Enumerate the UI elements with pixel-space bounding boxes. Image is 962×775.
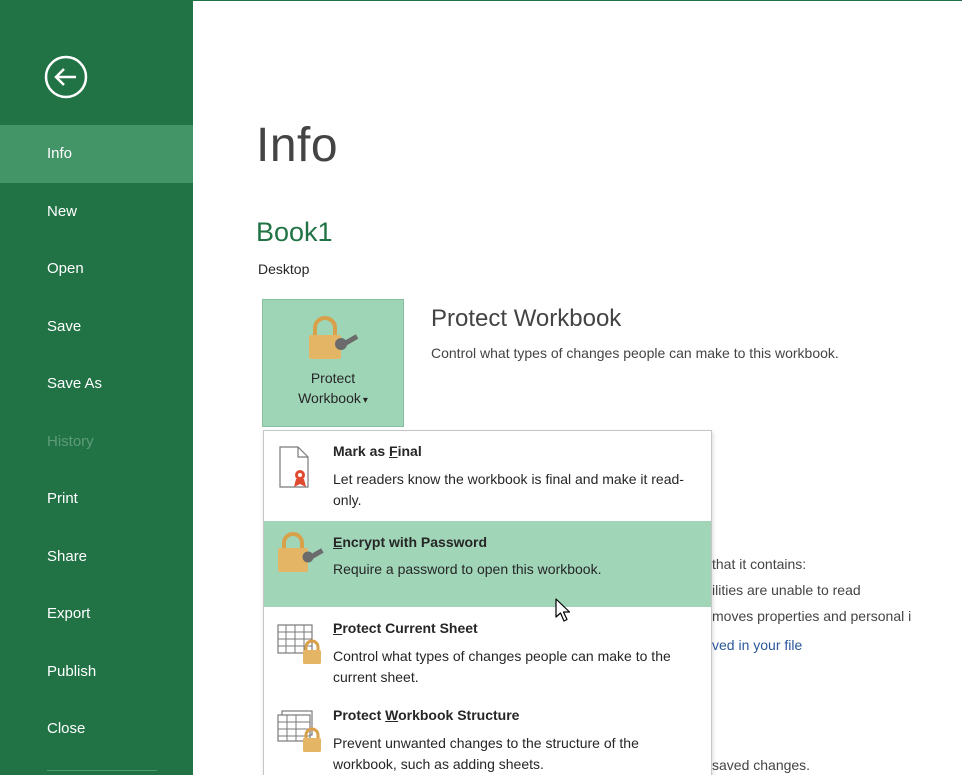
sidebar-item-save-as[interactable]: Save As [0,355,193,413]
menu-item-title: Mark as Final [333,443,422,459]
sidebar-item-label: Publish [47,662,97,680]
inspect-text-line3: moves properties and personal i [712,608,912,624]
menu-item-protect-current-sheet[interactable]: Protect Current Sheet Control what types… [264,609,711,697]
sidebar-item-label: Export [47,605,91,622]
top-border [193,0,962,1]
protect-label-line2: Workbook [298,390,361,406]
menu-item-mark-as-final[interactable]: Mark as Final Let readers know the workb… [264,431,711,519]
title-accesskey: E [333,534,343,550]
sidebar-item-label: Save As [47,375,103,392]
inspect-text-line2: ilities are unable to read [712,582,861,598]
file-location: Desktop [258,261,310,277]
title-part: Mark as [333,443,390,459]
menu-item-title: Protect Workbook Structure [333,707,519,723]
sidebar-item-label: Share [47,547,88,565]
protect-workbook-button[interactable]: Protect Workbook ▾ [262,299,404,427]
protect-workbook-menu: Mark as Final Let readers know the workb… [263,430,712,775]
sidebar-item-new[interactable]: New [0,183,193,241]
inspect-text-line1: that it contains: [712,556,807,572]
protect-workbook-description: Control what types of changes people can… [431,345,839,361]
protect-workbook-title: Protect Workbook [431,305,622,332]
inspect-link[interactable]: ved in your file [712,637,802,653]
title-accesskey: F [389,443,398,459]
sidebar-divider [47,770,157,771]
lock-key-icon [276,531,324,580]
sidebar-item-label: Open [47,260,84,277]
page-title: Info [256,119,339,172]
menu-item-title: Encrypt with Password [333,534,487,550]
sidebar-item-publish[interactable]: Publish [0,643,193,701]
sidebar-nav: Info New Open Save Save As History Print… [0,125,193,758]
sidebar-item-label: Close [47,720,86,737]
title-part: inal [397,443,422,459]
protect-label-line1: Protect [310,370,356,386]
sidebar-item-open[interactable]: Open [0,240,193,298]
lock-key-icon [305,314,361,369]
back-arrow-icon[interactable] [41,52,91,102]
sidebar-item-print[interactable]: Print [0,470,193,528]
menu-item-title: Protect Current Sheet [333,620,478,636]
menu-item-protect-workbook-structure[interactable]: Protect Workbook Structure Prevent unwan… [264,697,711,775]
title-part: orkbook Structure [398,707,520,723]
menu-item-description: Let readers know the workbook is final a… [333,471,684,508]
sheet-lock-icon [276,621,328,670]
file-name: Book1 [256,217,333,247]
menu-item-description: Control what types of changes people can… [333,648,671,685]
title-part: ncrypt with Password [342,534,488,550]
sidebar-item-save[interactable]: Save [0,298,193,356]
document-ribbon-icon [276,445,312,494]
mouse-cursor-icon [555,598,575,629]
protect-workbook-label: Protect Workbook ▾ [263,368,403,411]
menu-item-encrypt-with-password[interactable]: Encrypt with Password Require a password… [264,521,711,607]
sidebar-item-export[interactable]: Export [0,585,193,643]
title-accesskey: P [333,620,343,636]
sidebar-item-info[interactable]: Info [0,125,193,183]
title-accesskey: W [385,707,399,723]
sidebar-item-label: Print [47,490,78,507]
backstage-sidebar: Info New Open Save Save As History Print… [0,0,193,775]
sidebar-item-label: Info [47,145,73,162]
title-part: rotect Current Sheet [342,620,478,636]
sidebar-item-close[interactable]: Close [0,700,193,758]
sidebar-item-history: History [0,413,193,471]
title-part: Protect [333,707,386,723]
menu-item-description: Require a password to open this workbook… [333,561,602,577]
sidebar-item-label: History [47,432,94,450]
workbook-lock-icon [276,709,328,758]
sidebar-item-label: New [47,202,78,220]
chevron-down-icon: ▾ [362,395,368,406]
sidebar-item-share[interactable]: Share [0,528,193,586]
menu-item-description: Prevent unwanted changes to the structur… [333,735,639,772]
versions-text: saved changes. [712,757,811,773]
sidebar-item-label: Save [47,317,82,335]
